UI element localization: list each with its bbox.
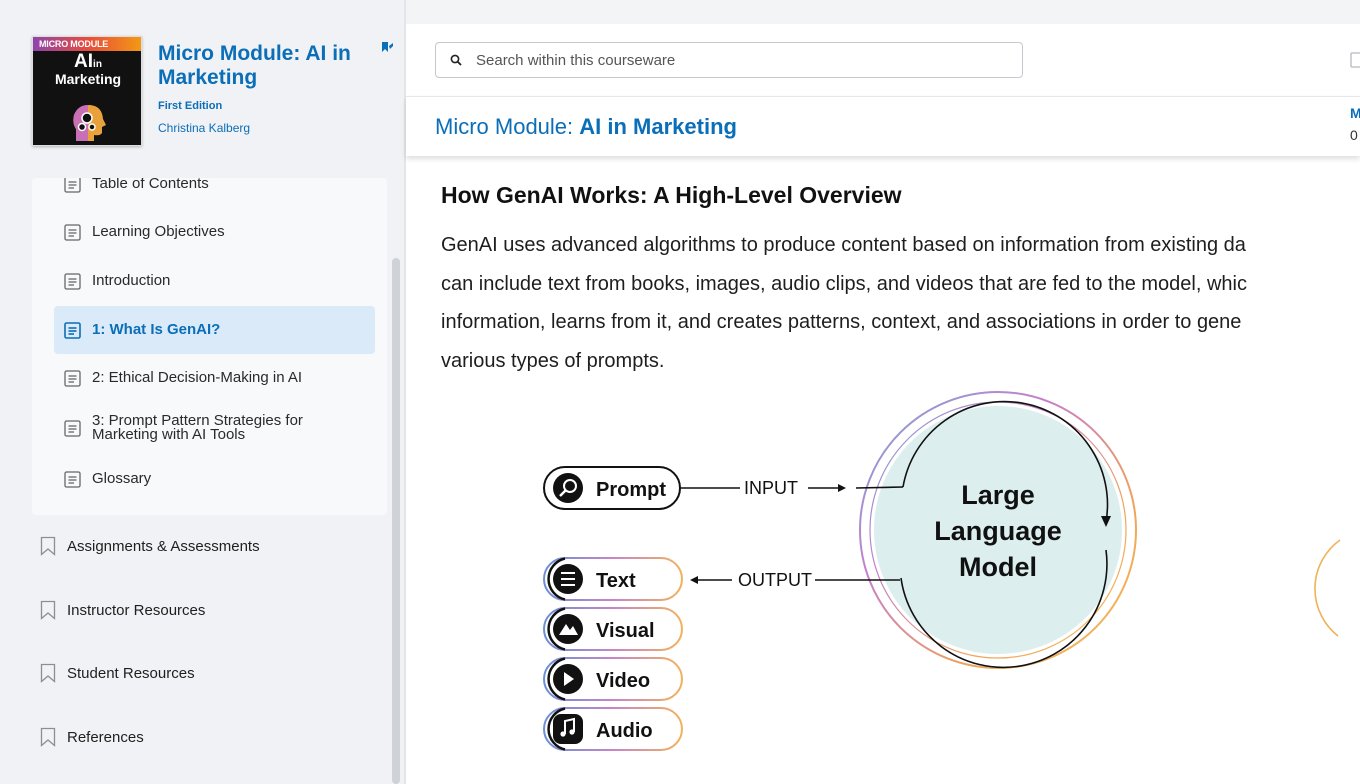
toc-item-prompt-pattern-strategies[interactable]: 3: Prompt Pattern Strategies for Marketi… xyxy=(54,404,375,452)
input-label: INPUT xyxy=(744,478,798,498)
paragraph-line: GenAI uses advanced algorithms to produc… xyxy=(441,234,1246,256)
input-connector xyxy=(855,486,904,489)
bookmark-icon xyxy=(40,663,56,683)
model-label-line3: Model xyxy=(959,552,1037,582)
toc-item-ethical-decision-making[interactable]: 2: Ethical Decision-Making in AI xyxy=(54,354,375,402)
toc-item-label: 2: Ethical Decision-Making in AI xyxy=(92,369,303,386)
section-heading: How GenAI Works: A High-Level Overview xyxy=(441,182,902,208)
cover-band-text: MICRO MODULE xyxy=(39,39,109,49)
cover-in: in xyxy=(93,59,102,70)
document-edit-icon[interactable] xyxy=(1350,52,1360,68)
document-icon xyxy=(64,178,81,193)
book-edition: First Edition xyxy=(158,100,223,112)
cover-ai: AI xyxy=(74,51,94,72)
toc-panel: Table of Contents Learning Objectives In… xyxy=(32,178,387,515)
model-label-line1: Large xyxy=(961,480,1035,510)
paragraph-line: can include text from books, images, aud… xyxy=(441,272,1247,295)
toc-item-introduction[interactable]: Introduction xyxy=(54,257,375,305)
section-paragraph: GenAI uses advanced algorithms to produc… xyxy=(441,226,1360,381)
book-title[interactable]: Micro Module: AI in Marketing xyxy=(158,42,368,90)
input-arrowhead-icon xyxy=(838,484,846,492)
bookmark-icon xyxy=(40,600,56,620)
sidebar-link-label: Student Resources xyxy=(67,664,195,682)
toc-item-learning-objectives[interactable]: Learning Objectives xyxy=(54,208,375,256)
toc-item-label: 1: What Is GenAI? xyxy=(92,321,221,338)
icon-shape xyxy=(569,729,575,735)
book-author: Christina Kalberg xyxy=(158,121,251,135)
toc-item-label: Table of Contents xyxy=(92,178,209,192)
article: How GenAI Works: A High-Level Overview G… xyxy=(441,182,1360,372)
toc-item-label: Learning Objectives xyxy=(92,223,225,240)
output-label-audio: Audio xyxy=(596,720,653,742)
book-cover[interactable]: MICRO MODULE AIin Marketing xyxy=(32,36,142,146)
output-label-video: Video xyxy=(596,670,650,692)
document-icon xyxy=(64,419,81,437)
sidebar-link-student-resources[interactable]: Student Resources xyxy=(40,657,195,689)
output-pill-video: Video xyxy=(543,657,683,701)
toc-item-label: Glossary xyxy=(92,470,152,487)
bookmark-pin-icon[interactable] xyxy=(380,40,394,56)
output-label-visual: Visual xyxy=(596,620,655,642)
sidebar-scrollbar[interactable] xyxy=(392,258,400,784)
module-title[interactable]: Micro Module: AI in Marketing xyxy=(435,114,737,140)
head-gears-icon xyxy=(73,105,106,141)
cover-title: AIin Marketing xyxy=(33,52,141,87)
toc-item-glossary[interactable]: Glossary xyxy=(54,455,375,503)
prompt-search-icon xyxy=(553,473,583,503)
sidebar: MICRO MODULE AIin Marketing Micro Module… xyxy=(0,0,404,784)
paragraph-line: information, learns from it, and creates… xyxy=(441,311,1242,334)
output-pill-text: Text xyxy=(543,557,683,601)
toc-item-table-of-contents[interactable]: Table of Contents xyxy=(54,178,375,208)
module-bar: Micro Module: AI in Marketing M 0 xyxy=(406,96,1360,156)
search-icon xyxy=(450,54,462,66)
module-right-value: 0 xyxy=(1350,127,1358,143)
music-note-icon xyxy=(553,714,583,744)
output-pill-visual: Visual xyxy=(543,607,683,651)
model-label-line2: Language xyxy=(934,516,1062,546)
toc-item-label: Introduction xyxy=(92,272,171,289)
bookmark-icon xyxy=(40,727,56,747)
document-icon xyxy=(64,223,81,241)
partial-ring-cut xyxy=(1314,539,1341,637)
output-pill-audio: Audio xyxy=(543,707,683,751)
module-right-label: M xyxy=(1350,105,1360,121)
output-label-text: Text xyxy=(596,570,636,592)
sidebar-link-label: Assignments & Assessments xyxy=(67,537,260,555)
main-content: Micro Module: AI in Marketing M 0 How Ge… xyxy=(406,24,1360,784)
paragraph-line: various types of prompts. xyxy=(441,350,665,373)
module-title-bold: AI in Marketing xyxy=(579,114,737,139)
output-arrowhead-icon xyxy=(690,576,698,584)
document-icon xyxy=(64,321,81,339)
prompt-label: Prompt xyxy=(596,479,666,501)
bookmark-icon xyxy=(40,536,56,556)
icon-shape xyxy=(560,731,566,737)
book-header: MICRO MODULE AIin Marketing Micro Module… xyxy=(32,36,402,148)
toc-item-what-is-genai[interactable]: 1: What Is GenAI? xyxy=(54,306,375,354)
sidebar-link-instructor-resources[interactable]: Instructor Resources xyxy=(40,594,205,626)
search-box[interactable] xyxy=(435,42,1023,78)
cover-band: MICRO MODULE xyxy=(33,37,141,51)
search-input[interactable] xyxy=(476,51,996,69)
llm-diagram: Large Language Model Prompt INPUT OUTPUT… xyxy=(543,391,1341,751)
toc-item-label: 3: Prompt Pattern Strategies for Marketi… xyxy=(92,412,303,443)
sidebar-link-assignments[interactable]: Assignments & Assessments xyxy=(40,530,260,562)
document-icon xyxy=(64,369,81,387)
sidebar-link-label: Instructor Resources xyxy=(67,601,206,619)
document-icon xyxy=(64,272,81,290)
document-icon xyxy=(64,470,81,488)
output-label: OUTPUT xyxy=(738,570,812,590)
cover-marketing: Marketing xyxy=(54,71,122,87)
sidebar-link-label: References xyxy=(67,728,144,746)
module-title-prefix: Micro Module: xyxy=(435,114,580,139)
sidebar-link-references[interactable]: References xyxy=(40,721,144,753)
